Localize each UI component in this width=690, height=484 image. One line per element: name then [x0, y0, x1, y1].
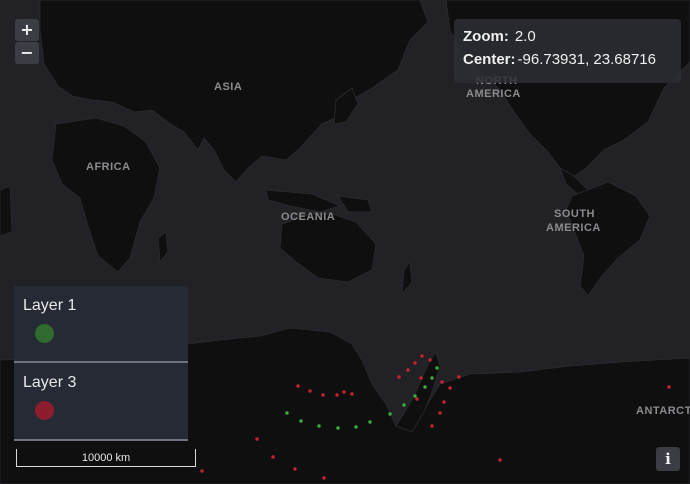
legend-swatch-layer-1	[35, 324, 54, 343]
center-label: Center:	[463, 51, 516, 68]
layer-3-point	[442, 400, 446, 404]
layer-1-point	[388, 412, 392, 416]
label-asia: ASIA	[214, 81, 242, 93]
label-south-america-1: SOUTH	[554, 208, 595, 220]
label-south-america-2: AMERICA	[546, 222, 601, 234]
layer-3-point	[406, 368, 410, 372]
layer-3-point	[397, 375, 401, 379]
layer-3-point	[322, 476, 326, 480]
layer-3-point	[430, 424, 434, 428]
map-view[interactable]: ASIA AFRICA OCEANIA NORTH AMERICA SOUTH …	[0, 0, 690, 484]
layer-1-point	[402, 403, 406, 407]
layer-1-point	[423, 385, 427, 389]
layer-3-point	[440, 380, 444, 384]
layer-3-point	[308, 389, 312, 393]
legend-swatch-layer-3	[35, 401, 54, 420]
layer-3-point	[321, 393, 325, 397]
layer-3-point	[438, 411, 442, 415]
layer-3-point	[271, 455, 275, 459]
layer-3-point	[428, 358, 432, 362]
layer-3-point	[457, 375, 461, 379]
layer-1-point	[354, 425, 358, 429]
legend-item-layer-3[interactable]: Layer 3	[14, 361, 188, 438]
layer-1-point	[413, 394, 417, 398]
layer-3-point	[255, 437, 259, 441]
label-north-america-2: AMERICA	[466, 88, 521, 100]
legend-item-layer-1[interactable]: Layer 1	[14, 286, 188, 361]
zoom-out-button[interactable]: −	[15, 42, 39, 64]
layer-3-point	[293, 467, 297, 471]
zoom-readout: Zoom: 2.0	[463, 28, 672, 51]
scale-label: 10000 km	[81, 452, 131, 464]
layer-3-point	[296, 384, 300, 388]
edge-land-left	[0, 185, 13, 237]
layer-3-point	[350, 392, 354, 396]
layer-1-point	[435, 366, 439, 370]
layer-3-point	[335, 393, 339, 397]
layer-1-point	[299, 419, 303, 423]
layer-3-point	[420, 354, 424, 358]
layer-legend: Layer 1 Layer 3	[14, 286, 188, 441]
attribution-info-button[interactable]: i	[656, 447, 680, 471]
center-value: -96.73931, 23.68716	[517, 51, 656, 68]
zoom-in-button[interactable]: +	[15, 19, 39, 41]
zoom-value: 2.0	[514, 28, 536, 45]
layer-3-point	[667, 385, 671, 389]
legend-label: Layer 1	[23, 297, 77, 314]
layer-3-point	[342, 390, 346, 394]
layer-3-point	[415, 397, 419, 401]
zoom-controls: + −	[15, 19, 39, 64]
layer-3-point	[200, 469, 204, 473]
layer-3-point	[448, 386, 452, 390]
legend-label: Layer 3	[23, 374, 77, 391]
layer-1-point	[336, 426, 340, 430]
zoom-center-readout: Zoom: 2.0 Center: -96.73931, 23.68716	[454, 19, 681, 83]
center-readout: Center: -96.73931, 23.68716	[463, 51, 672, 74]
layer-1-point	[368, 420, 372, 424]
label-oceania: OCEANIA	[281, 211, 335, 223]
label-africa: AFRICA	[86, 161, 131, 173]
zoom-label: Zoom:	[463, 28, 509, 45]
label-antarctica: ANTARCT	[636, 405, 690, 417]
layer-3-point	[413, 361, 417, 365]
layer-1-point	[317, 424, 321, 428]
layer-1-point	[430, 376, 434, 380]
scale-bar: 10000 km	[16, 449, 196, 467]
layer-3-point	[498, 458, 502, 462]
layer-1-point	[285, 411, 289, 415]
layer-3-point	[419, 376, 423, 380]
